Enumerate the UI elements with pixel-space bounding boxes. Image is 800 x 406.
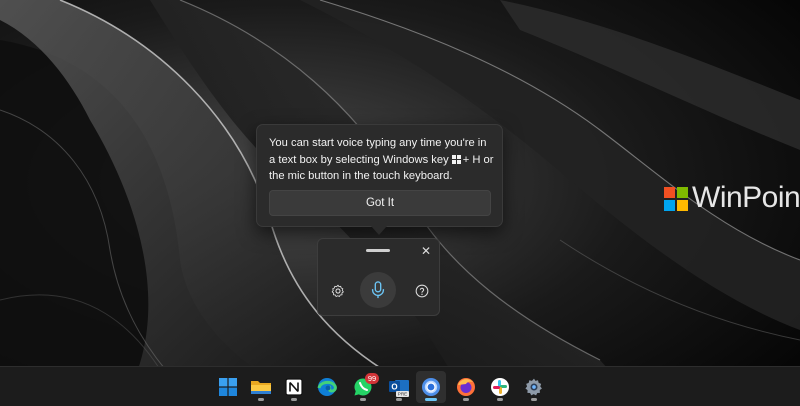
- taskbar-slack[interactable]: [485, 371, 515, 403]
- svg-text:O: O: [391, 383, 397, 392]
- watermark-text: WinPoin: [692, 181, 800, 214]
- watermark-logo: [664, 187, 688, 211]
- desktop: WinPoin You can start voice typing any t…: [0, 0, 800, 406]
- gear-icon: [331, 284, 344, 297]
- voice-typing-panel: ✕: [317, 238, 440, 316]
- taskbar: 99 O PRE: [0, 366, 800, 406]
- taskbar-start[interactable]: [213, 371, 243, 403]
- running-indicator: [396, 398, 402, 401]
- taskbar-settings[interactable]: [519, 371, 549, 403]
- settings-gear-icon: [525, 378, 542, 396]
- active-indicator: [425, 398, 437, 401]
- tip-arrow: [371, 226, 387, 235]
- help-button[interactable]: [412, 281, 432, 301]
- taskbar-file-explorer[interactable]: [246, 371, 276, 403]
- windows-key-icon: [451, 154, 461, 164]
- taskbar-firefox[interactable]: [451, 371, 481, 403]
- running-indicator: [360, 398, 366, 401]
- outlook-pre-label: PRE: [398, 392, 407, 397]
- logo-square-red: [664, 187, 675, 198]
- firefox-icon: [457, 378, 475, 396]
- taskbar-notion[interactable]: [279, 371, 309, 403]
- running-indicator: [291, 398, 297, 401]
- notification-badge: 99: [365, 373, 379, 384]
- running-indicator: [258, 398, 264, 401]
- slack-icon: [491, 378, 509, 396]
- microphone-button[interactable]: [360, 272, 396, 308]
- voice-typing-tip: You can start voice typing any time you'…: [256, 124, 503, 227]
- notion-icon: [285, 378, 303, 396]
- chrome-icon: [422, 378, 440, 396]
- help-icon: [415, 284, 429, 298]
- outlook-icon: O PRE: [389, 380, 409, 397]
- running-indicator: [497, 398, 503, 401]
- close-button[interactable]: ✕: [418, 243, 434, 259]
- voice-settings-button[interactable]: [328, 281, 348, 301]
- edge-icon: [317, 378, 337, 396]
- taskbar-chrome[interactable]: [416, 371, 446, 403]
- close-icon: ✕: [420, 244, 432, 258]
- logo-square-blue: [664, 200, 675, 211]
- windows-logo-icon: [219, 378, 237, 396]
- running-indicator: [463, 398, 469, 401]
- logo-square-yellow: [677, 200, 688, 211]
- taskbar-edge[interactable]: [312, 371, 342, 403]
- logo-square-green: [677, 187, 688, 198]
- tip-message: You can start voice typing any time you'…: [269, 135, 495, 185]
- got-it-button[interactable]: Got It: [269, 190, 491, 216]
- folder-icon: [251, 381, 271, 394]
- taskbar-whatsapp[interactable]: 99: [348, 371, 379, 403]
- drag-handle[interactable]: [366, 249, 390, 252]
- microphone-icon: [371, 281, 385, 299]
- taskbar-outlook[interactable]: O PRE: [384, 371, 414, 403]
- running-indicator: [531, 398, 537, 401]
